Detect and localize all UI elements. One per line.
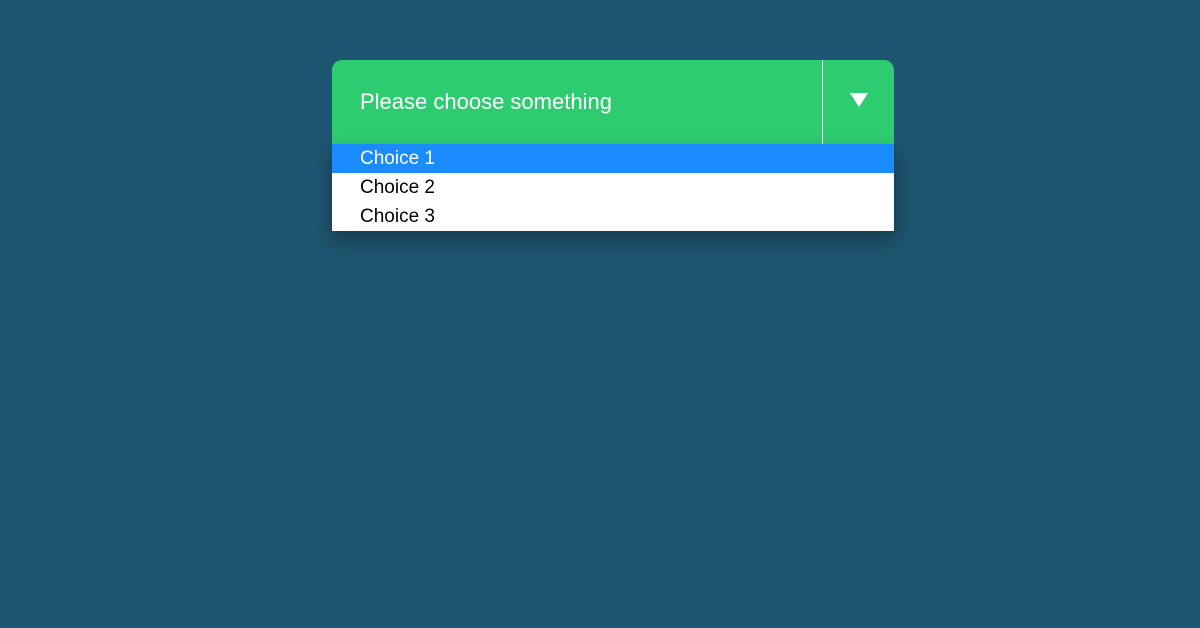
dropdown: Please choose something Choice 1 Choice … [332,60,894,231]
dropdown-option[interactable]: Choice 2 [332,173,894,202]
dropdown-option[interactable]: Choice 3 [332,202,894,231]
dropdown-list: Choice 1 Choice 2 Choice 3 [332,144,894,231]
dropdown-placeholder: Please choose something [332,60,822,144]
dropdown-option[interactable]: Choice 1 [332,144,894,173]
dropdown-header[interactable]: Please choose something [332,60,894,144]
dropdown-toggle[interactable] [822,60,894,144]
chevron-down-icon [850,93,868,112]
